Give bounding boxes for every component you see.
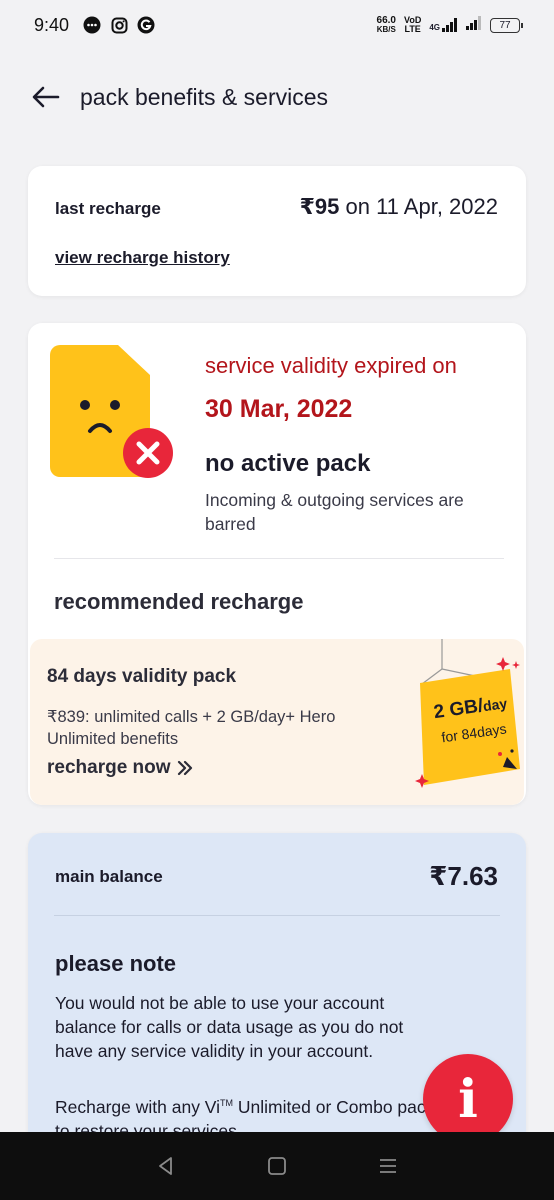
nav-back-button[interactable] [146, 1146, 186, 1186]
balance-note-text: You would not be able to use your accoun… [55, 993, 404, 1061]
recharge-now-label: recharge now [47, 757, 171, 778]
data-offer-tag: 2 GB/day for 84days [382, 639, 522, 805]
validity-expired-date: 30 Mar, 2022 [205, 395, 353, 423]
validity-card: service validity expired on 30 Mar, 2022… [28, 323, 526, 805]
page-title: pack benefits & services [80, 83, 329, 110]
view-recharge-history-link[interactable]: view recharge history [55, 248, 230, 268]
arrow-left-icon [32, 86, 60, 108]
trademark-symbol: TM [220, 1098, 234, 1108]
network-type: 4G [429, 23, 440, 32]
recharge-now-button[interactable]: recharge now [47, 757, 193, 779]
last-recharge-amount: ₹95 [299, 194, 340, 219]
info-icon: i [458, 1068, 478, 1130]
sad-sim-icon [50, 345, 180, 480]
back-button[interactable] [26, 77, 66, 117]
status-bar: 9:40 66.0 KB/S VoD LTE 4G 77 [0, 0, 554, 50]
recommended-pack-card[interactable]: 84 days validity pack ₹839: unlimited ca… [30, 639, 524, 805]
double-chevron-right-icon [177, 760, 192, 776]
services-barred-note: Incoming & outgoing services are barred [205, 490, 464, 534]
net-speed: 66.0 KB/S [376, 15, 396, 35]
signal-icon [466, 15, 482, 35]
signal-4g-icon: 4G [429, 18, 458, 32]
nav-home-button[interactable] [257, 1146, 297, 1186]
net-speed-unit: KB/S [376, 25, 396, 34]
main-balance-value: ₹7.63 [429, 861, 498, 891]
pack-description: ₹839: unlimited calls + 2 GB/day+ Hero U… [47, 708, 336, 748]
volte-indicator: VoD LTE [404, 16, 421, 34]
last-recharge-label: last recharge [55, 199, 161, 218]
please-note-title: please note [55, 951, 177, 976]
instagram-icon [110, 16, 128, 34]
recharge-note-part1: Recharge with any Vi [55, 1096, 221, 1117]
battery-level: 77 [499, 19, 511, 31]
last-recharge-date: on 11 Apr, 2022 [339, 194, 498, 219]
divider [54, 558, 504, 559]
divider [54, 915, 500, 916]
g-icon [137, 16, 155, 34]
main-balance-label: main balance [55, 867, 163, 886]
net-speed-value: 66.0 [376, 15, 396, 26]
tag-main-suffix: day [481, 695, 509, 715]
triangle-back-icon [158, 1157, 172, 1175]
last-recharge-card: last recharge ₹95 on 11 Apr, 2022 view r… [28, 166, 526, 296]
no-active-pack-label: no active pack [205, 450, 371, 477]
system-nav-bar [0, 1132, 554, 1200]
battery-icon: 77 [490, 17, 523, 33]
page-header: pack benefits & services [0, 72, 554, 122]
menu-lines-icon [380, 1159, 397, 1173]
status-time: 9:40 [34, 14, 70, 35]
pack-title: 84 days validity pack [47, 666, 237, 687]
last-recharge-value: ₹95 on 11 Apr, 2022 [300, 194, 498, 220]
info-button[interactable]: i [423, 1054, 513, 1144]
message-icon [83, 16, 101, 34]
validity-expired-label: service validity expired on [205, 353, 457, 378]
recommended-recharge-title: recommended recharge [54, 589, 304, 614]
nav-recents-button[interactable] [368, 1146, 408, 1186]
square-home-icon [268, 1157, 286, 1175]
volte-bottom: LTE [404, 24, 421, 34]
